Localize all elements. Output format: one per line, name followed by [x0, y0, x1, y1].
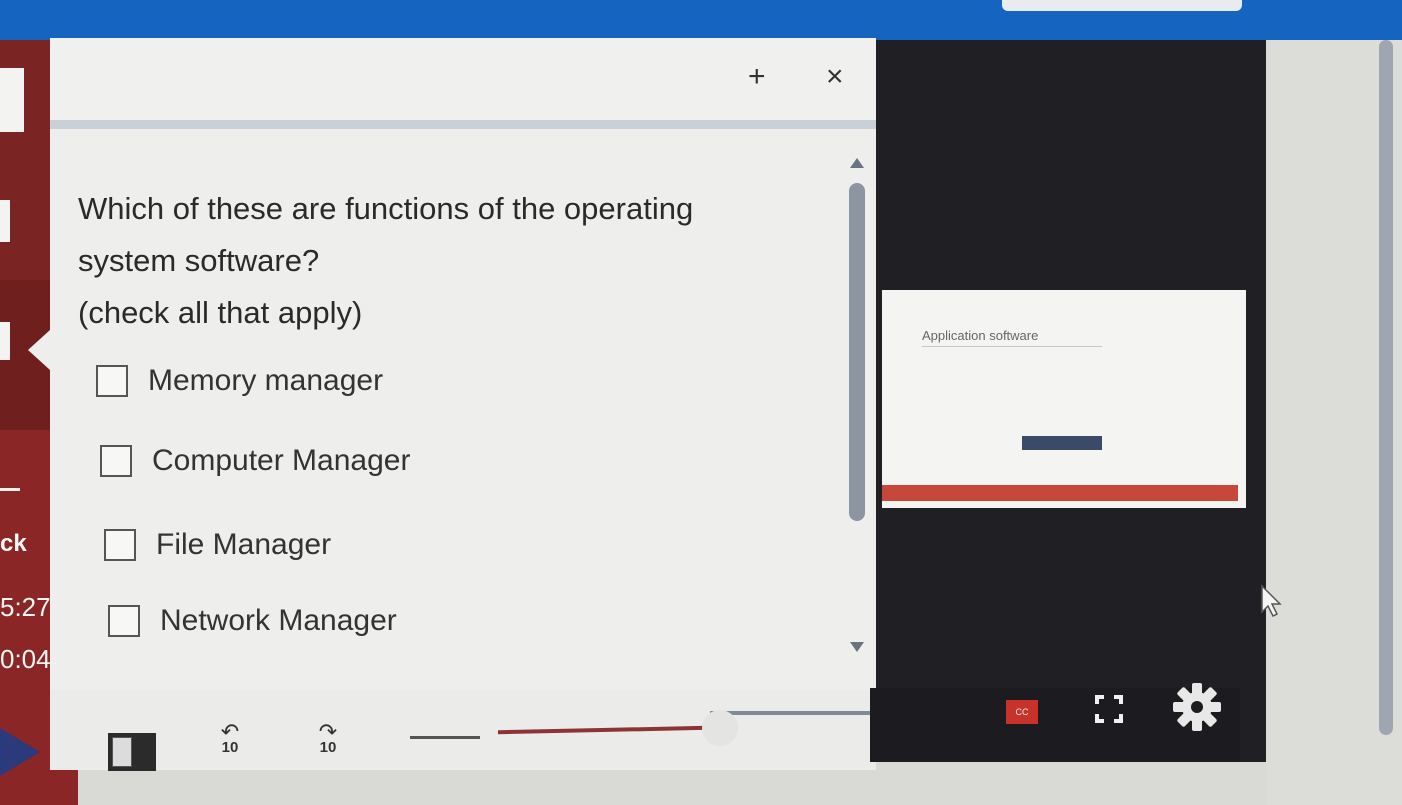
video-slide: Application software [882, 290, 1246, 508]
time-current: 0:04 [0, 644, 51, 674]
panel-divider [50, 120, 876, 129]
scroll-up-arrow-icon[interactable] [850, 158, 864, 168]
checkbox[interactable] [108, 605, 140, 637]
player-controls: ↶ 10 ↷ 10 [50, 690, 985, 771]
mouse-cursor-icon [1260, 584, 1286, 618]
notes-page [112, 737, 132, 767]
option-memory-manager[interactable]: Memory manager [96, 364, 383, 398]
notes-icon[interactable] [108, 733, 156, 771]
forward-10-icon[interactable]: ↷ 10 [308, 719, 348, 757]
slide-graphic [1022, 436, 1102, 450]
slide-underline [922, 346, 1102, 347]
option-computer-manager[interactable]: Computer Manager [100, 444, 410, 478]
checkbox[interactable] [104, 529, 136, 561]
time-total: 5:27 [0, 592, 51, 622]
question-line: system software? [78, 243, 320, 278]
question-text: Which of these are functions of the oper… [78, 183, 798, 339]
panel-header: + × [50, 38, 876, 120]
rail-tab [0, 68, 24, 132]
rewind-arc: ↶ [220, 719, 240, 744]
rewind-10-icon[interactable]: ↶ 10 [210, 719, 250, 757]
close-icon[interactable]: × [826, 60, 844, 94]
option-label: File Manager [156, 528, 332, 561]
option-label: Network Manager [160, 604, 397, 637]
scrollbar-thumb[interactable] [849, 183, 865, 521]
checkbox[interactable] [100, 445, 132, 477]
cc-icon[interactable]: CC [1006, 700, 1038, 724]
browser-top-bar [0, 0, 1402, 40]
rail-partial-label: ck [0, 530, 27, 557]
page-scrollbar[interactable] [1379, 40, 1393, 735]
rail-tab [0, 322, 10, 360]
fullscreen-icon[interactable] [1094, 694, 1124, 724]
play-icon[interactable] [0, 728, 40, 776]
checkbox[interactable] [96, 365, 128, 397]
top-pill [1002, 0, 1242, 11]
seek-played-track[interactable] [497, 725, 709, 735]
quiz-panel: + × Which of these are functions of the … [50, 38, 876, 768]
option-file-manager[interactable]: File Manager [104, 528, 331, 562]
forward-arc: ↷ [318, 719, 338, 744]
rewind-label: 10 [221, 739, 239, 756]
add-icon[interactable]: + [748, 60, 766, 94]
panel-pointer [28, 330, 50, 370]
option-network-manager[interactable]: Network Manager [108, 604, 397, 638]
rail-dash [0, 488, 20, 491]
forward-label: 10 [319, 739, 337, 756]
seek-played-track[interactable] [410, 736, 480, 739]
gear-icon[interactable] [1170, 680, 1224, 734]
option-label: Memory manager [148, 364, 384, 397]
question-line: Which of these are functions of the oper… [78, 191, 694, 226]
option-label: Computer Manager [152, 444, 411, 477]
seek-handle[interactable] [702, 710, 738, 746]
scroll-down-arrow-icon[interactable] [850, 642, 864, 652]
rail-tab [0, 200, 10, 242]
question-hint: (check all that apply) [78, 295, 363, 330]
slide-footer-bar [882, 485, 1238, 501]
slide-title: Application software [922, 328, 1039, 343]
